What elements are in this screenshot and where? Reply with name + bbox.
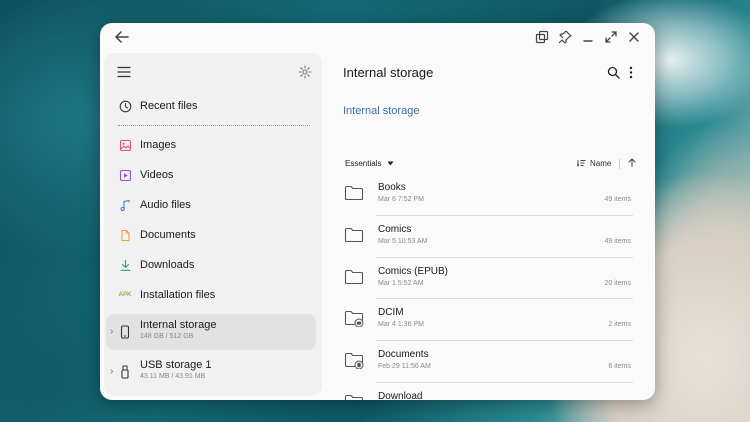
search-icon[interactable] <box>607 66 620 84</box>
window-controls <box>532 27 643 46</box>
chevron-right-icon[interactable]: › <box>110 366 113 377</box>
sort-label: Name <box>590 159 612 168</box>
sidebar-item-installation-files[interactable]: APK Installation files <box>104 280 322 310</box>
maximize-icon[interactable] <box>601 27 620 46</box>
more-options-icon[interactable] <box>628 66 634 84</box>
folder-name: Download <box>378 390 423 400</box>
minimize-icon[interactable] <box>578 27 597 46</box>
folder-icon <box>344 268 364 286</box>
folder-name: Books <box>378 182 406 193</box>
sidebar-item-label: Images <box>140 139 177 151</box>
storage-usage: 43.11 MB / 43.91 MB <box>140 373 206 380</box>
sidebar-item-recent-files[interactable]: Recent files <box>104 91 322 121</box>
sidebar-item-label: Videos <box>140 169 174 181</box>
sidebar-header <box>104 53 322 91</box>
document-icon <box>118 228 132 242</box>
sidebar-item-label: Documents <box>140 229 196 241</box>
breadcrumb[interactable]: Internal storage <box>343 105 419 117</box>
sidebar-item-label: Installation files <box>140 289 216 301</box>
download-icon <box>118 258 132 272</box>
folder-row[interactable]: Comics Mar 5 10:53 AM 49 items <box>328 218 655 260</box>
row-divider <box>376 214 633 216</box>
folder-date: Feb 29 11:56 AM <box>378 363 431 371</box>
folder-icon <box>344 351 364 370</box>
sidebar-item-label: Audio files <box>140 199 191 211</box>
storage-usage: 148 GB / 512 GB <box>140 333 194 340</box>
sidebar-divider <box>118 125 310 126</box>
pin-icon[interactable] <box>555 27 574 46</box>
caret-down-icon <box>387 159 394 168</box>
folder-row[interactable]: Books Mar 6 7:52 PM 49 items <box>328 176 655 218</box>
folder-row[interactable]: DownloadMar 12 6:49 PM54 items <box>328 385 655 400</box>
usb-icon <box>120 365 130 384</box>
hamburger-menu-icon[interactable] <box>117 65 131 83</box>
filter-label: Essentials <box>345 159 382 168</box>
folder-item-count: 49 items <box>604 196 631 203</box>
sidebar-item-images[interactable]: Images <box>104 130 322 160</box>
folder-icon <box>344 226 364 244</box>
folder-date: Mar 5 10:53 AM <box>378 237 428 245</box>
storage-label: USB storage 1 <box>140 359 212 371</box>
storage-label: Internal storage <box>140 319 217 331</box>
title-bar <box>100 23 655 53</box>
chevron-right-icon[interactable]: › <box>110 326 113 337</box>
folder-item-count: 2 items <box>608 321 631 329</box>
close-icon[interactable] <box>624 27 643 46</box>
row-divider <box>376 381 633 383</box>
sidebar: Recent files Images Videos Audio files D… <box>104 53 322 396</box>
folder-item-count: 20 items <box>604 279 631 287</box>
sidebar-item-downloads[interactable]: Downloads <box>104 250 322 280</box>
storage-item-usb[interactable]: › USB storage 1 43.11 MB / 43.91 MB <box>106 354 316 390</box>
sidebar-item-documents[interactable]: Documents <box>104 220 322 250</box>
row-divider <box>376 340 633 342</box>
sidebar-item-label: Recent files <box>140 100 198 112</box>
folder-item-count: 6 items <box>608 363 631 371</box>
main-panel: Internal storage Internal storage Essent… <box>328 53 655 400</box>
multiwindow-icon[interactable] <box>532 27 551 46</box>
music-icon <box>118 198 132 212</box>
back-arrow-icon[interactable] <box>112 27 132 47</box>
folder-name: Documents <box>378 349 429 361</box>
folder-name: Comics (EPUB) <box>378 265 449 277</box>
sidebar-item-label: Downloads <box>140 259 195 271</box>
folder-icon <box>344 184 364 202</box>
clock-icon <box>118 99 132 113</box>
folder-name: Comics <box>378 223 412 235</box>
row-divider <box>376 256 633 258</box>
folder-row[interactable]: Documents Feb 29 11:56 AM 6 items <box>328 343 655 385</box>
gear-icon[interactable] <box>298 65 312 84</box>
folder-date: Mar 1 5:52 AM <box>378 279 424 287</box>
row-divider <box>376 298 633 300</box>
folder-name: DCIM <box>378 307 404 319</box>
page-title: Internal storage <box>343 65 434 80</box>
folder-list: Books Mar 6 7:52 PM 49 items Comics Mar 5 10… <box>328 176 655 400</box>
sort-control[interactable]: Name <box>576 158 636 169</box>
folder-item-count: 49 items <box>604 237 631 245</box>
file-manager-window: Recent files Images Videos Audio files D… <box>100 23 655 400</box>
folder-row[interactable]: Comics (EPUB) Mar 1 5:52 AM 20 items <box>328 260 655 302</box>
folder-date: Mar 4 1:36 PM <box>378 321 424 329</box>
apk-icon: APK <box>118 292 132 298</box>
filter-dropdown[interactable]: Essentials <box>345 159 394 168</box>
sort-lines-icon <box>576 159 586 169</box>
sort-divider <box>619 158 621 169</box>
phone-icon <box>120 325 130 344</box>
sidebar-item-videos[interactable]: Videos <box>104 160 322 190</box>
video-icon <box>118 168 132 182</box>
folder-icon <box>344 393 364 400</box>
folder-date: Mar 6 7:52 PM <box>378 196 424 203</box>
folder-row[interactable]: DCIM Mar 4 1:36 PM 2 items <box>328 301 655 343</box>
sidebar-item-audio-files[interactable]: Audio files <box>104 190 322 220</box>
sort-direction-icon[interactable] <box>628 158 636 169</box>
folder-icon <box>344 309 364 328</box>
storage-item-internal[interactable]: › Internal storage 148 GB / 512 GB <box>106 314 316 350</box>
image-icon <box>118 138 132 152</box>
